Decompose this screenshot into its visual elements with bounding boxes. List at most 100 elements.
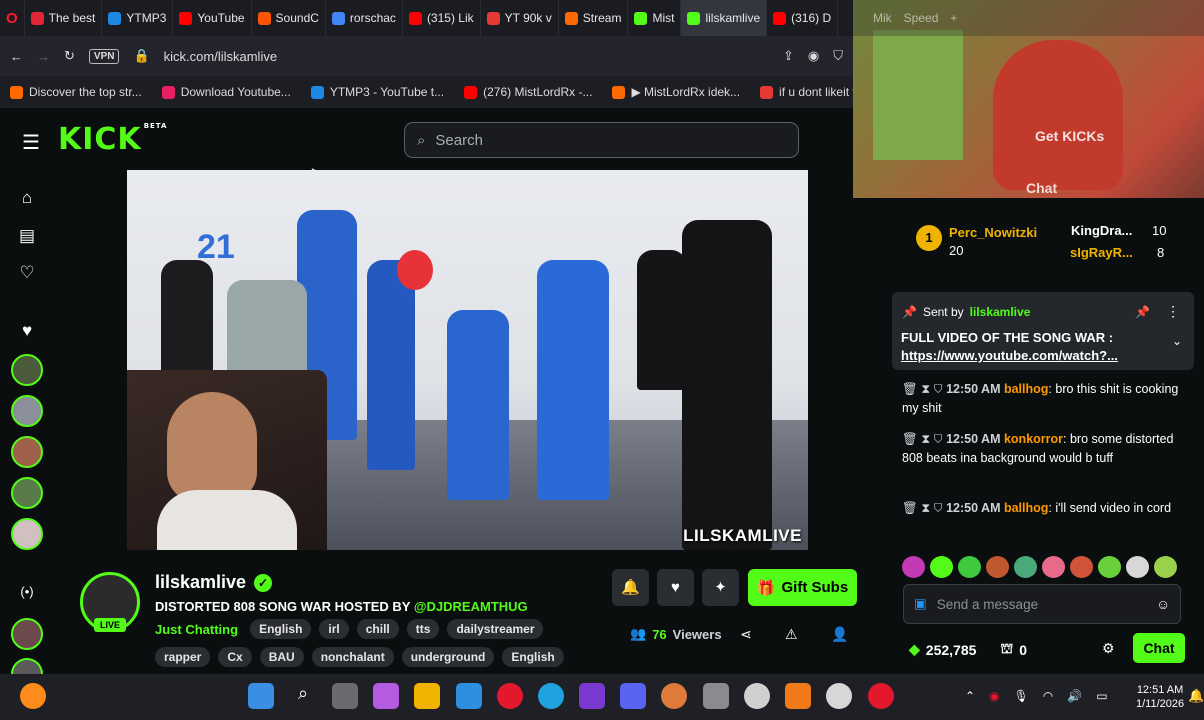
opera-logo-icon[interactable]: O [0, 0, 25, 36]
pip-tab[interactable]: Speed [904, 11, 939, 25]
message-user[interactable]: konkorror [1004, 432, 1063, 446]
media-player-icon[interactable] [826, 683, 852, 709]
pip-tab[interactable]: Mik [873, 11, 892, 25]
settings-gear-icon[interactable]: ⚙ [1102, 640, 1115, 657]
menu-icon[interactable]: ☰ [22, 130, 40, 155]
stream-tag[interactable]: dailystreamer [447, 619, 544, 639]
notification-bell-button[interactable]: 🔔 [612, 569, 649, 606]
camera-app-icon[interactable] [703, 683, 729, 709]
emote-icon[interactable] [1154, 556, 1177, 578]
tray-app-icon[interactable]: ◉ [989, 689, 999, 703]
stream-tag[interactable]: BAU [259, 647, 304, 667]
stream-tag[interactable]: tts [406, 619, 440, 639]
unpin-icon[interactable]: 📌 [1135, 305, 1150, 319]
category-link[interactable]: Just Chatting [155, 622, 238, 637]
bookmark-item[interactable]: ▶ MistLordRx idek... [612, 85, 740, 99]
chat-message-input[interactable]: ▣ Send a message ☺ [903, 584, 1181, 624]
more-options-icon[interactable]: ⋮ [1166, 303, 1180, 320]
stream-tag[interactable]: irl [319, 619, 349, 639]
emote-icon[interactable] [902, 556, 925, 578]
delete-icon[interactable]: 🗑 ⧗ ⛉ [902, 501, 946, 515]
share-icon[interactable]: ⋖ [740, 626, 752, 643]
emote-icon[interactable] [986, 556, 1009, 578]
browser-tab[interactable]: rorschac [326, 0, 403, 36]
leaderboard-user[interactable]: Perc_Nowitzki [949, 225, 1037, 240]
volume-icon[interactable]: 🔊 [1067, 689, 1082, 703]
battery-icon[interactable]: ▭ [1096, 689, 1107, 703]
stream-tag[interactable]: underground [401, 647, 495, 667]
windows-start-icon[interactable] [248, 683, 274, 709]
browser-tab[interactable]: SoundC [252, 0, 326, 36]
send-chat-button[interactable]: Chat [1133, 633, 1185, 663]
leaderboard-user[interactable]: KingDra... [1071, 223, 1132, 238]
pinned-app-icon[interactable] [20, 683, 46, 709]
opera-gx-icon[interactable] [868, 683, 894, 709]
emote-picker-icon[interactable]: ☺ [1156, 597, 1170, 612]
browser-tab[interactable]: YTMP3 [102, 0, 174, 36]
browser-tab[interactable]: Stream [559, 0, 629, 36]
followed-channel-avatar[interactable] [11, 618, 43, 650]
task-view-icon[interactable] [332, 683, 358, 709]
bookmark-item[interactable]: if u dont likeit you b... [760, 85, 853, 99]
delete-icon[interactable]: 🗑 ⧗ ⛉ [902, 432, 946, 446]
report-icon[interactable]: ⚠ [785, 626, 798, 643]
message-user[interactable]: ballhog [1004, 382, 1048, 396]
app-icon[interactable] [744, 683, 770, 709]
stream-tag[interactable]: chill [356, 619, 399, 639]
edge-icon[interactable] [538, 683, 564, 709]
bookmark-item[interactable]: YTMP3 - YouTube t... [310, 85, 444, 99]
delete-icon[interactable]: 🗑 ⧗ ⛉ [902, 382, 946, 396]
chevron-up-icon[interactable]: ⌃ [965, 689, 975, 703]
shield-icon[interactable]: ⛉ [833, 48, 843, 64]
share-icon[interactable]: ⇪ [783, 48, 794, 64]
browser-tab[interactable]: lilskamlive [681, 0, 768, 36]
channel-name[interactable]: lilskamlive [155, 572, 246, 593]
chevron-down-icon[interactable]: ⌄ [1172, 334, 1182, 348]
emote-icon[interactable] [930, 556, 953, 578]
bookmark-item[interactable]: Download Youtube... [161, 85, 291, 99]
url-field[interactable]: kick.com/lilskamlive [164, 49, 769, 64]
following-heart-icon[interactable]: ♡ [16, 263, 38, 285]
get-kicks-button[interactable]: Get KICKs [1035, 128, 1104, 144]
bookmark-item[interactable]: Discover the top str... [10, 85, 142, 99]
file-explorer-icon[interactable] [414, 683, 440, 709]
search-input[interactable]: ⌕ Search [404, 122, 799, 158]
browser-tab[interactable]: (315) Lik [403, 0, 481, 36]
clip-icon[interactable]: 👤 [831, 626, 848, 643]
fl-studio-icon[interactable] [785, 683, 811, 709]
bookmark-item[interactable]: (276) MistLordRx -... [464, 85, 592, 99]
emote-icon[interactable] [1126, 556, 1149, 578]
message-user[interactable]: ballhog [1004, 501, 1048, 515]
emote-icon[interactable] [958, 556, 981, 578]
plus-icon[interactable]: + [950, 11, 957, 25]
stream-title-mention[interactable]: @DJDREAMTHUG [414, 599, 528, 614]
followed-channel-avatar[interactable] [11, 436, 43, 468]
followed-channel-avatar[interactable] [11, 395, 43, 427]
followed-channel-avatar[interactable] [11, 658, 43, 674]
browser-tab[interactable]: Mist [628, 0, 682, 36]
emote-icon[interactable] [1070, 556, 1093, 578]
search-icon[interactable]: ⌕ [290, 683, 316, 709]
emote-icon[interactable] [1014, 556, 1037, 578]
stream-tag[interactable]: nonchalant [311, 647, 394, 667]
stream-tag[interactable]: English [250, 619, 312, 639]
browser-tab[interactable]: The best [25, 0, 103, 36]
browser-tab[interactable]: YouTube [173, 0, 252, 36]
stream-tag[interactable]: English [502, 647, 564, 667]
emote-icon[interactable] [1042, 556, 1065, 578]
followed-channel-avatar[interactable] [11, 354, 43, 386]
kick-logo[interactable]: KICK BETA [58, 122, 167, 157]
broadcast-icon[interactable]: (•) [16, 584, 38, 606]
reload-icon[interactable]: ↻ [64, 48, 75, 64]
pinned-link[interactable]: https://www.youtube.com/watch?... [901, 348, 1118, 363]
emote-icon[interactable] [1098, 556, 1121, 578]
notification-bell-icon[interactable]: 🔔 [1188, 688, 1204, 704]
follow-heart-button[interactable]: ♥ [657, 569, 694, 606]
sparkle-button[interactable]: ✦ [702, 569, 739, 606]
followed-channel-avatar[interactable] [11, 477, 43, 509]
heart-filled-icon[interactable]: ♥ [16, 321, 38, 343]
app-icon[interactable] [661, 683, 687, 709]
stream-tag[interactable]: rapper [155, 647, 211, 667]
browser-tab[interactable]: YT 90k v [481, 0, 559, 36]
kicks-balance[interactable]: ◆ 252,785 ⛫ 0 [909, 640, 1027, 659]
